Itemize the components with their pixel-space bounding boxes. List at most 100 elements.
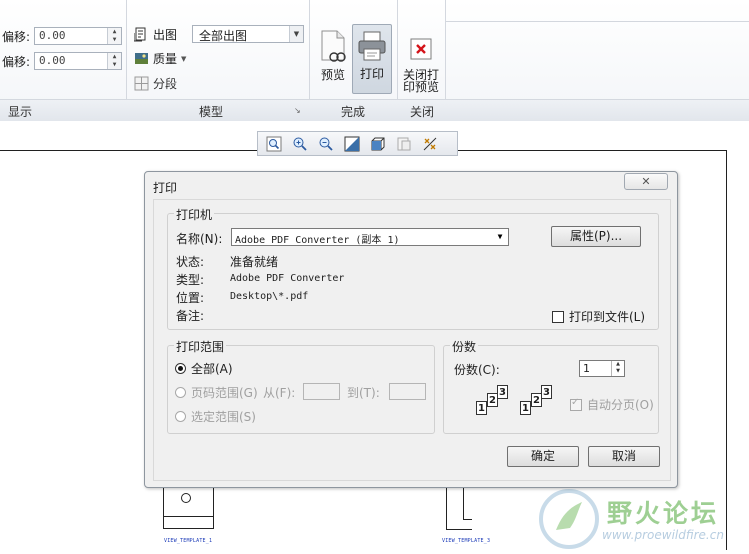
display-style-icon[interactable] [366, 133, 389, 154]
chevron-down-icon[interactable]: ▼ [181, 55, 186, 63]
view-label-2: VIEW_TEMPLATE_3 [442, 538, 491, 544]
spinner-arrows-icon[interactable]: ▲ ▼ [611, 361, 624, 376]
ok-button[interactable]: 确定 [507, 446, 579, 467]
output-label: 出图 [153, 28, 178, 42]
printer-name-select[interactable]: Adobe PDF Converter (副本 1) ▼ [231, 228, 509, 246]
to-input[interactable] [389, 383, 426, 400]
offset-input-1[interactable]: 0.00 ▲ ▼ [34, 27, 122, 45]
collate-card: 1 [476, 401, 487, 415]
from-input[interactable] [303, 383, 340, 400]
preview-button[interactable]: 预览 [313, 26, 353, 96]
drawing-view-1-line [163, 516, 214, 517]
zoom-out-icon[interactable] [314, 133, 337, 154]
collate-card: 2 [487, 393, 498, 407]
cancel-label: 取消 [611, 449, 636, 463]
properties-button[interactable]: 属性(P)... [551, 226, 641, 247]
spinner-arrows-icon[interactable]: ▲ ▼ [107, 53, 121, 69]
location-label: 位置: [176, 291, 205, 305]
range-pages-radio[interactable]: 页码范围(G) [175, 384, 258, 401]
watermark-url: www.proewildfire.cn [602, 528, 724, 542]
type-label: 类型: [176, 273, 205, 287]
printer-name-label: 名称(N): [176, 232, 223, 246]
done-group-label: 完成 [341, 105, 366, 119]
saved-views-icon[interactable] [392, 133, 415, 154]
range-selection-label: 选定范围(S) [191, 410, 256, 424]
printer-legend: 打印机 [174, 206, 215, 223]
quality-icon [135, 53, 148, 64]
copies-value: 1 [583, 362, 590, 375]
collate-card: 1 [520, 401, 531, 415]
offset-label: 偏移: [2, 29, 31, 44]
range-selection-radio[interactable]: 选定范围(S) [175, 408, 256, 425]
radio-selected-icon[interactable] [175, 363, 186, 374]
range-all-label: 全部(A) [191, 362, 233, 376]
watermark-text: 野火论坛 [607, 499, 720, 528]
printer-icon [358, 31, 386, 61]
dialog-title: 打印 [153, 181, 178, 195]
close-icon: ✕ [641, 175, 651, 188]
close-preview-button[interactable]: 关闭打 印预览 [400, 26, 442, 96]
spinner-arrows-icon[interactable]: ▲ ▼ [107, 28, 121, 44]
dialog-launcher-icon[interactable]: ↘ [294, 106, 301, 115]
status-value: 准备就绪 [230, 255, 279, 269]
print-to-file-checkbox[interactable]: 打印到文件(L) [552, 308, 645, 325]
view-label-1: VIEW_TEMPLATE_1 [164, 538, 213, 544]
range-all-radio[interactable]: 全部(A) [175, 360, 233, 377]
close-preview-label-2: 印预览 [402, 80, 439, 94]
offset-row-2: 偏移: 0.00 ▲ ▼ [2, 52, 122, 70]
output-icon [134, 27, 146, 42]
copies-legend: 份数 [450, 338, 479, 355]
copies-input[interactable]: 1 ▲ ▼ [579, 360, 625, 377]
datum-display-icon[interactable] [418, 133, 441, 154]
chevron-down-icon: ▼ [289, 26, 303, 42]
output-button[interactable]: 出图 [134, 26, 177, 43]
printer-name-value: Adobe PDF Converter (副本 1) [235, 235, 400, 246]
cancel-button[interactable]: 取消 [588, 446, 660, 467]
display-group-label: 显示 [8, 105, 33, 119]
quality-button[interactable]: 质量 ▼ [134, 50, 186, 67]
offset-value: 0.00 [39, 54, 66, 67]
offset-value: 0.00 [39, 29, 66, 42]
zoom-fit-icon[interactable] [262, 133, 285, 154]
close-icon [410, 38, 432, 60]
print-button[interactable]: 打印 [352, 24, 392, 94]
properties-label: 属性(P)... [569, 229, 623, 243]
preview-icon [321, 30, 346, 62]
print-dialog: 打印 ✕ 打印机 名称(N): Adobe PDF Converter (副本 … [144, 171, 678, 488]
collate-checkbox[interactable]: 自动分页(O) [570, 396, 654, 413]
copies-label: 份数(C): [454, 363, 500, 377]
type-value: Adobe PDF Converter [230, 273, 345, 284]
collate-card: 3 [541, 385, 552, 399]
ribbon: 偏移: 0.00 ▲ ▼ 偏移: 0.00 ▲ ▼ 出图 全部出图 ▼ 质量 ▼ 分… [0, 0, 749, 121]
location-value: Desktop\*.pdf [230, 291, 309, 302]
zoom-in-icon[interactable] [288, 133, 311, 154]
preview-label: 预览 [320, 68, 345, 82]
dialog-close-button[interactable]: ✕ [624, 173, 668, 190]
segment-button[interactable]: 分段 [134, 75, 177, 92]
checkbox-checked-icon[interactable] [570, 397, 582, 411]
dialog-body: 打印机 名称(N): Adobe PDF Converter (副本 1) ▼ … [153, 199, 671, 481]
status-label: 状态: [176, 255, 205, 269]
drawing-view-3-inner [463, 488, 472, 520]
output-select-value: 全部出图 [199, 29, 248, 43]
view-toolbar [257, 131, 458, 156]
range-pages-label: 页码范围(G) [191, 386, 258, 400]
output-select[interactable]: 全部出图 ▼ [192, 25, 304, 43]
close-group-label: 关闭 [410, 105, 435, 119]
from-label: 从(F): [263, 386, 296, 400]
print-range-legend: 打印范围 [174, 338, 227, 355]
watermark-logo-icon [539, 489, 599, 549]
radio-icon[interactable] [175, 387, 186, 398]
drawing-view-1-hole [181, 493, 191, 503]
to-label: 到(T): [347, 386, 380, 400]
checkbox-icon[interactable] [552, 311, 564, 323]
offset-input-2[interactable]: 0.00 ▲ ▼ [34, 52, 122, 70]
shading-icon[interactable] [340, 133, 363, 154]
ok-label: 确定 [530, 449, 555, 463]
segment-icon [134, 76, 149, 91]
print-label: 打印 [359, 67, 384, 81]
radio-icon[interactable] [175, 411, 186, 422]
ribbon-divider [445, 21, 749, 22]
chevron-down-icon: ▼ [497, 232, 503, 241]
offset-label: 偏移: [2, 54, 31, 69]
